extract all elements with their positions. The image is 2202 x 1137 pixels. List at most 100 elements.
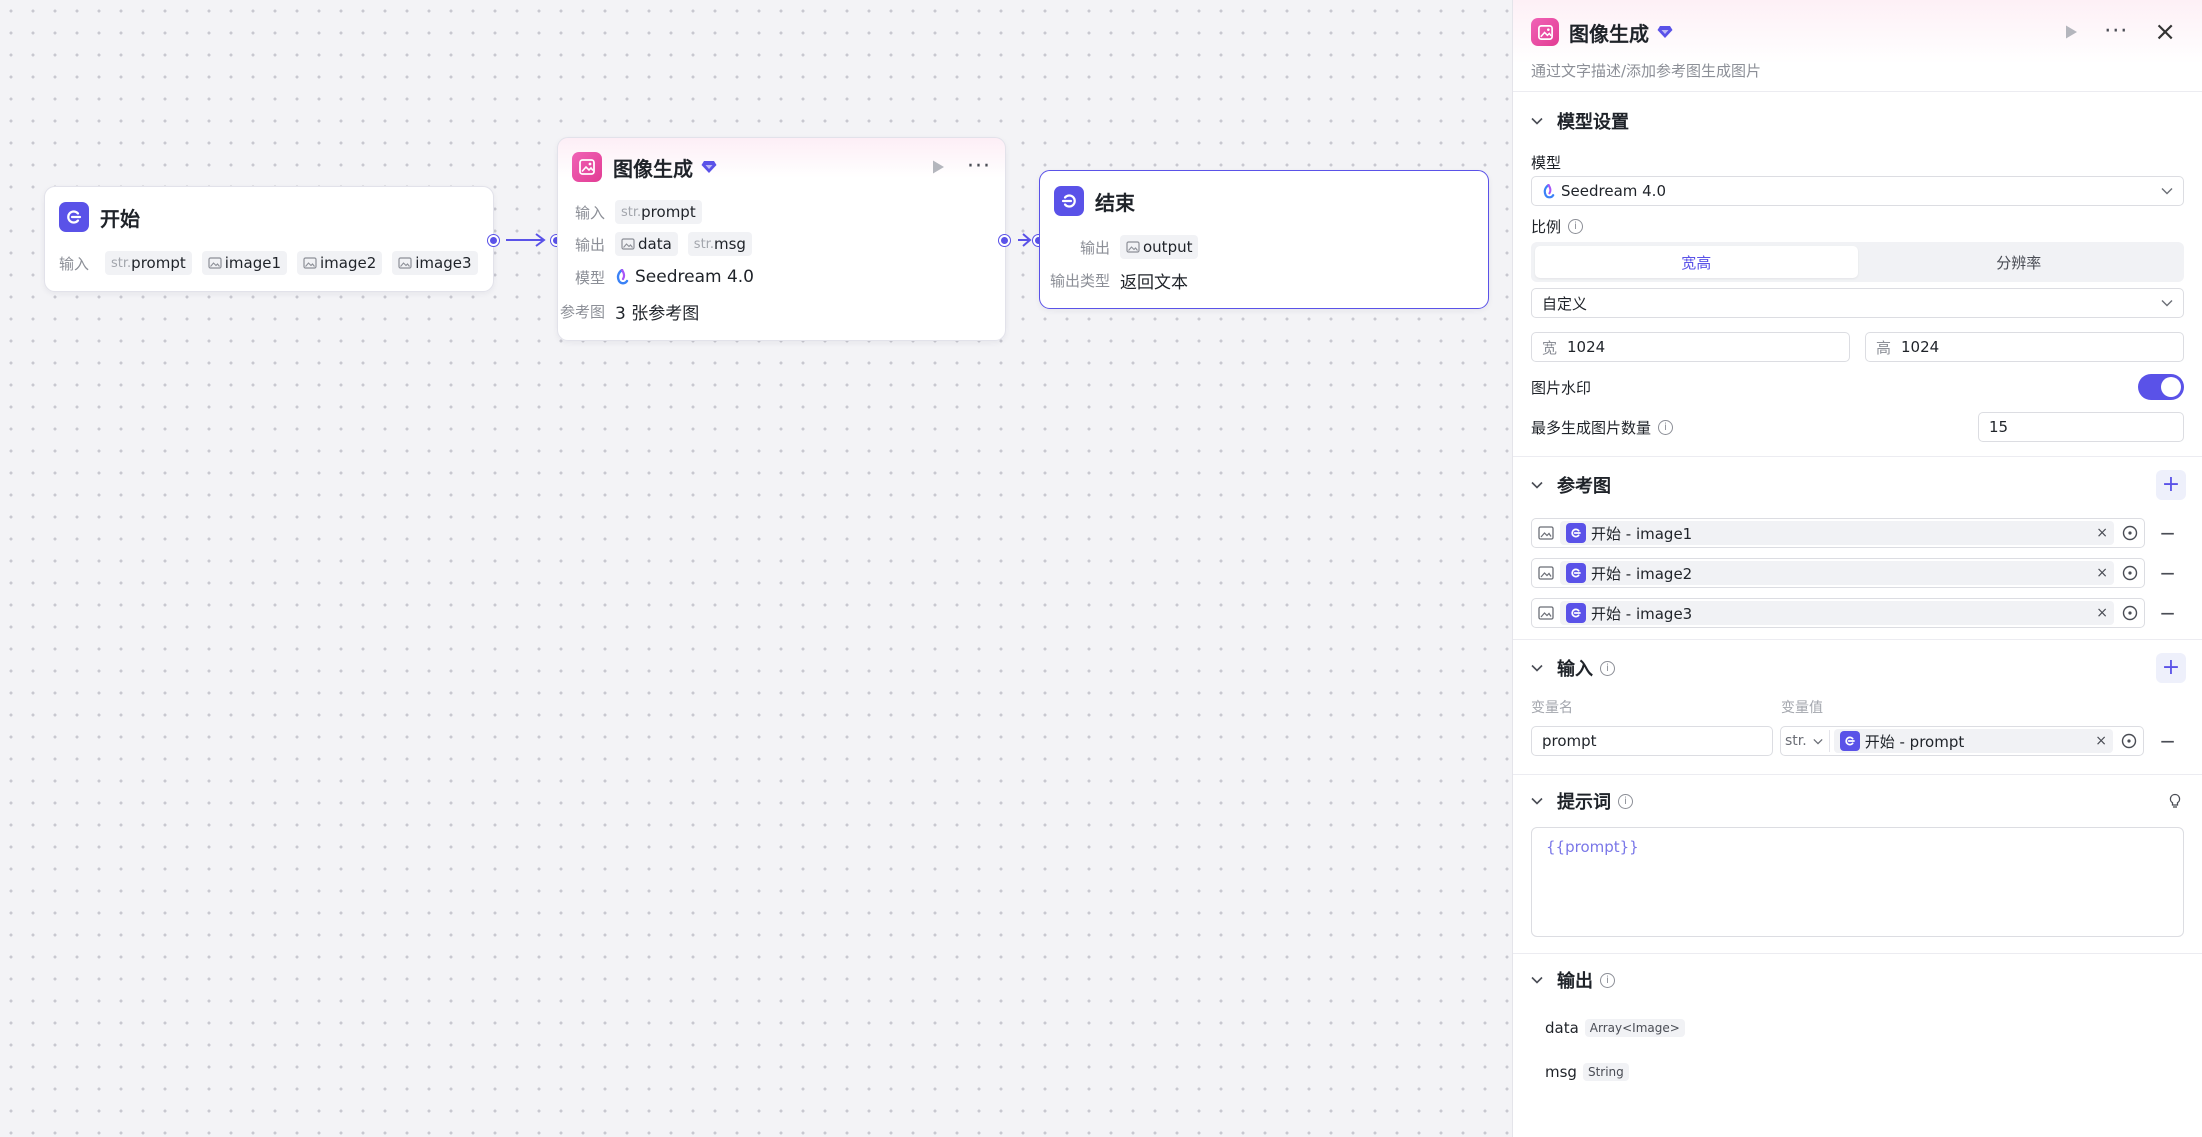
- image-gen-node[interactable]: 图像生成 ··· 输入 str. prompt 输出 data str. msg 模…: [557, 137, 1006, 341]
- prompt-title: 提示词: [1557, 792, 1611, 813]
- outputs-header[interactable]: 输出 i: [1531, 954, 2184, 1006]
- col-var-name: 变量名: [1531, 700, 1573, 716]
- reference-title: 参考图: [1557, 476, 1611, 497]
- start-input-prompt: str. prompt: [105, 251, 192, 275]
- premium-diamond-icon: [701, 160, 717, 174]
- info-icon[interactable]: i: [1600, 660, 1615, 676]
- reference-item-box[interactable]: 开始 - image3 ×: [1531, 598, 2145, 628]
- width-input[interactable]: 宽 1024: [1531, 332, 1850, 362]
- seedream-logo-icon: [1542, 183, 1555, 199]
- end-node-title: 结束: [1095, 190, 1135, 215]
- remove-input-button[interactable]: −: [2159, 731, 2184, 751]
- prompt-header[interactable]: 提示词 i: [1531, 775, 2184, 827]
- outputs-title: 输出: [1557, 971, 1593, 992]
- var-type-select[interactable]: str.: [1785, 730, 1830, 752]
- reference-pill: 开始 - image1 ×: [1560, 521, 2114, 545]
- output-name: data: [1545, 1019, 1579, 1037]
- start-node[interactable]: 开始 输入 str. prompt image1 image2 image3: [44, 186, 494, 292]
- variable-picker-icon[interactable]: [2122, 525, 2138, 541]
- output-type: String: [1582, 1063, 1629, 1081]
- reference-header[interactable]: 参考图 +: [1531, 457, 2186, 513]
- var-type-value: str.: [1785, 733, 1807, 749]
- height-input[interactable]: 高 1024: [1865, 332, 2184, 362]
- image-output-label: 输出: [574, 235, 605, 254]
- remove-reference-button[interactable]: −: [2159, 523, 2184, 543]
- remove-reference-button[interactable]: −: [2159, 563, 2184, 583]
- var-name-input[interactable]: prompt: [1531, 726, 1773, 756]
- image-icon: [1126, 241, 1140, 253]
- ratio-label: 比例: [1531, 217, 1562, 236]
- end-node[interactable]: 结束 输出 output 输出类型 返回文本: [1039, 170, 1489, 309]
- panel-more-icon[interactable]: ···: [2104, 21, 2128, 43]
- chevron-down-icon: [2161, 187, 2173, 195]
- info-icon[interactable]: i: [1568, 218, 1584, 234]
- clear-icon[interactable]: ×: [2096, 605, 2108, 621]
- lightbulb-icon[interactable]: [2168, 793, 2184, 809]
- image-model-label: 模型: [574, 268, 605, 287]
- panel-close-icon[interactable]: ×: [2154, 19, 2176, 45]
- watermark-toggle[interactable]: [2138, 374, 2184, 400]
- ratio-tab-resolution[interactable]: 分辨率: [1858, 246, 2181, 278]
- image-input-label: 输入: [574, 203, 605, 222]
- end-output-tag: output: [1120, 235, 1199, 259]
- watermark-label: 图片水印: [1531, 378, 1592, 397]
- chevron-down-icon: [1813, 738, 1823, 744]
- reference-section: 参考图 + 开始 - image1 × − 开始 - image2 × − 开始…: [1513, 457, 2202, 640]
- variable-picker-icon[interactable]: [2121, 733, 2137, 749]
- reference-item-box[interactable]: 开始 - image1 ×: [1531, 518, 2145, 548]
- clear-icon[interactable]: ×: [2096, 525, 2108, 541]
- end-type-label: 输出类型: [1049, 271, 1110, 290]
- height-value: 1024: [1901, 338, 1940, 356]
- ratio-preset-value: 自定义: [1542, 294, 1588, 313]
- width-label: 宽: [1542, 338, 1558, 357]
- reference-item-box[interactable]: 开始 - image2 ×: [1531, 558, 2145, 588]
- edge-start-image: [506, 233, 546, 247]
- info-icon[interactable]: i: [1658, 419, 1674, 435]
- clear-icon[interactable]: ×: [2096, 565, 2108, 581]
- var-value-box[interactable]: str. 开始 - prompt ×: [1780, 726, 2144, 756]
- panel-header: 图像生成 ··· × 通过文字描述/添加参考图生成图片: [1513, 0, 2202, 92]
- add-reference-button[interactable]: +: [2156, 470, 2186, 500]
- image-type-icon: [1538, 606, 1554, 620]
- start-node-mini-icon: [1566, 563, 1586, 583]
- panel-title: 图像生成: [1569, 21, 1649, 46]
- output-item: msg String: [1531, 1050, 2184, 1094]
- inputs-section: 输入 i + 变量名 变量值 prompt str. 开始 - prompt ×: [1513, 640, 2202, 775]
- inputs-title: 输入: [1557, 659, 1593, 680]
- prompt-section: 提示词 i {{prompt}}: [1513, 775, 2202, 954]
- variable-picker-icon[interactable]: [2122, 605, 2138, 621]
- model-settings-title: 模型设置: [1557, 112, 1629, 133]
- chevron-down-icon: [1531, 976, 1547, 984]
- info-icon[interactable]: i: [1600, 972, 1615, 988]
- chevron-down-icon: [1531, 481, 1547, 489]
- model-settings-header[interactable]: 模型设置: [1531, 92, 2184, 150]
- image-icon: [303, 257, 317, 269]
- col-var-value: 变量值: [1781, 700, 1823, 716]
- add-input-button[interactable]: +: [2156, 653, 2186, 683]
- image-ref-value: 3 张参考图: [615, 303, 700, 324]
- inputs-header[interactable]: 输入 i +: [1531, 640, 2186, 696]
- variable-picker-icon[interactable]: [2122, 565, 2138, 581]
- var-value-label: 开始 - prompt: [1864, 732, 1965, 751]
- reference-item-label: 开始 - image2: [1591, 564, 1693, 583]
- start-input-label: 输入: [59, 254, 90, 273]
- model-select[interactable]: Seedream 4.0: [1531, 176, 2184, 206]
- remove-reference-button[interactable]: −: [2159, 603, 2184, 623]
- ratio-tab-aspect[interactable]: 宽高: [1535, 246, 1858, 278]
- max-images-value: 15: [1989, 418, 2009, 436]
- info-icon[interactable]: i: [1618, 793, 1633, 809]
- clear-icon[interactable]: ×: [2095, 733, 2107, 749]
- panel-run-play-icon[interactable]: [2064, 24, 2078, 40]
- height-label: 高: [1876, 338, 1892, 357]
- node-more-icon[interactable]: ···: [967, 156, 991, 178]
- prompt-editor[interactable]: {{prompt}}: [1531, 827, 2184, 937]
- run-node-play-icon[interactable]: [931, 159, 945, 175]
- var-name-value: prompt: [1542, 732, 1597, 750]
- ratio-preset-select[interactable]: 自定义: [1531, 288, 2184, 318]
- max-images-input[interactable]: 15: [1978, 412, 2184, 442]
- start-node-mini-icon: [1566, 603, 1586, 623]
- image-type-icon: [1538, 566, 1554, 580]
- image-gen-icon: [572, 152, 602, 182]
- ratio-label-row: 比例 i: [1531, 214, 2184, 238]
- output-name: msg: [1545, 1063, 1577, 1081]
